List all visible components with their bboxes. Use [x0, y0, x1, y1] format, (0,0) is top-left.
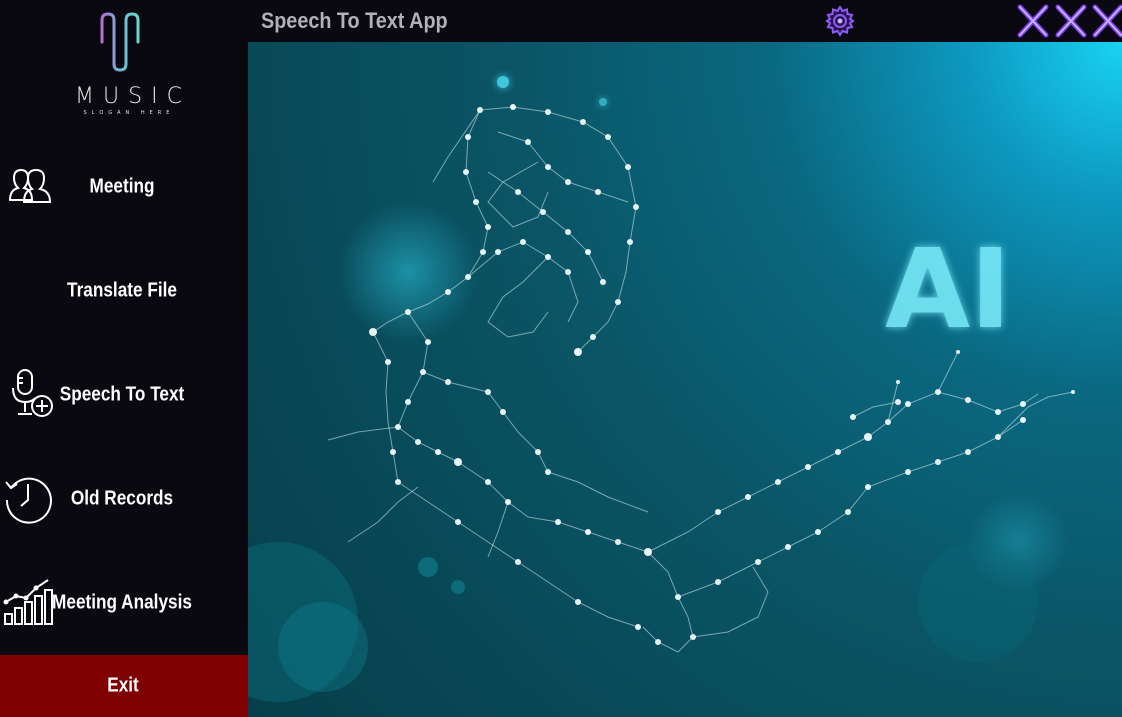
sidebar-item-label: Meeting — [89, 175, 155, 198]
close-button-3[interactable] — [1091, 3, 1122, 44]
exit-button-label: Exit — [107, 674, 139, 697]
exit-button[interactable]: Exit — [0, 655, 248, 717]
sidebar-item-speech-to-text[interactable]: Speech To Text — [0, 360, 248, 430]
close-button-1[interactable] — [1016, 3, 1050, 44]
sidebar-item-translate-file[interactable]: Translate File — [0, 256, 248, 326]
logo-title: MUSIC — [75, 84, 191, 109]
hero-image: AI — [248, 42, 1122, 717]
sidebar-item-meeting[interactable]: Meeting — [0, 152, 248, 222]
sound-wave-logo-icon — [60, 12, 186, 72]
app-title: Speech To Text App — [261, 8, 448, 33]
settings-gear-icon — [825, 5, 855, 37]
close-button-2[interactable] — [1054, 3, 1088, 44]
sidebar-item-old-records[interactable]: Old Records — [0, 464, 248, 534]
logo-slogan: SLOGAN HERE — [83, 110, 175, 116]
sidebar-item-label: Old Records — [70, 487, 174, 510]
close-icon — [1092, 4, 1122, 38]
sidebar-item-label: Translate File — [67, 279, 177, 302]
settings-button[interactable] — [823, 4, 857, 43]
sidebar-item-meeting-analysis[interactable]: Meeting Analysis — [0, 568, 248, 638]
sidebar-item-label: Speech To Text — [59, 383, 185, 406]
close-icon — [1055, 4, 1087, 38]
sidebar-item-label: Meeting Analysis — [52, 591, 192, 614]
title-bar: Speech To Text App — [248, 0, 1122, 42]
app-logo: MUSIC SLOGAN HERE — [0, 0, 248, 130]
close-icon — [1017, 4, 1049, 38]
sidebar: MUSIC SLOGAN HERE Meeting Translate File — [0, 0, 248, 717]
network-robot-hand-illustration: AI — [248, 76, 1075, 702]
hero-ai-text: AI — [885, 225, 1011, 353]
